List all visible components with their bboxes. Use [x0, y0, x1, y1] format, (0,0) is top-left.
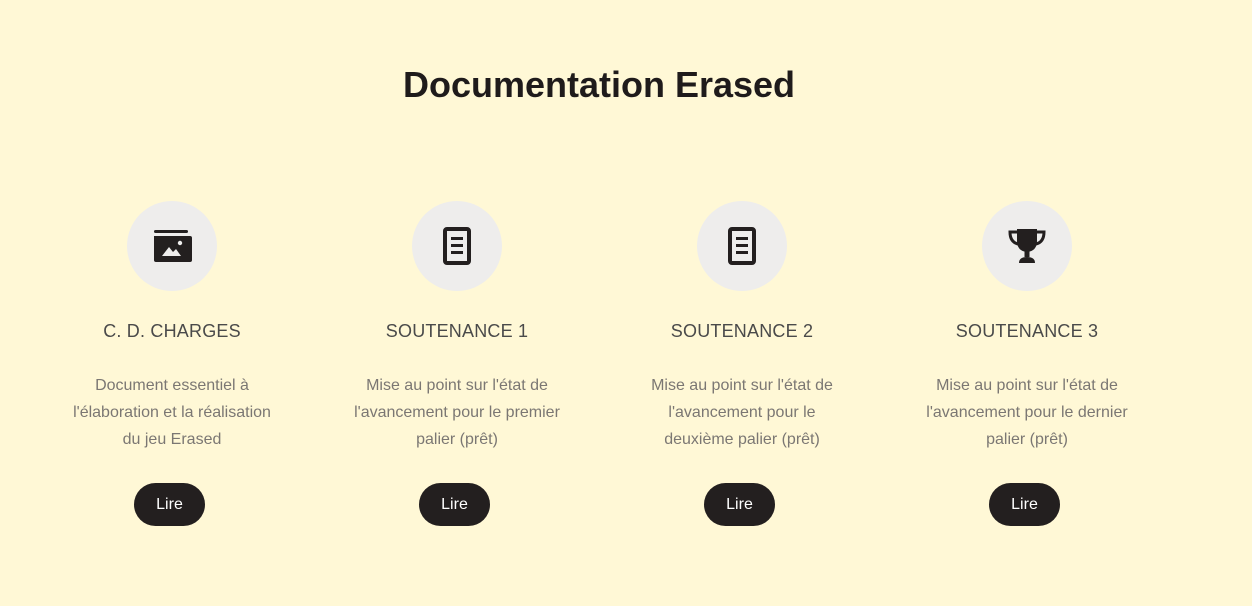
card-description: Document essentiel à l'élaboration et la…: [73, 377, 271, 448]
card-description: Mise au point sur l'état de l'avancement…: [651, 377, 833, 448]
card-description: Mise au point sur l'état de l'avancement…: [354, 377, 560, 448]
read-button[interactable]: Lire: [989, 483, 1060, 526]
document-icon: [443, 227, 471, 265]
document-icon: [728, 227, 756, 265]
read-button[interactable]: Lire: [419, 483, 490, 526]
card-title: SOUTENANCE 2: [670, 321, 814, 341]
doc-card-cdc: C. D. CHARGES Document essentiel à l'éla…: [57, 201, 287, 526]
card-title: C. D. CHARGES: [103, 321, 241, 341]
icon-circle: [982, 201, 1072, 291]
icon-circle: [412, 201, 502, 291]
doc-card-soutenance-3: SOUTENANCE 3 Mise au point sur l'état de…: [912, 201, 1142, 526]
card-title: SOUTENANCE 3: [955, 321, 1099, 341]
icon-circle: [697, 201, 787, 291]
doc-card-soutenance-2: SOUTENANCE 2 Mise au point sur l'état de…: [627, 201, 857, 526]
read-button[interactable]: Lire: [134, 483, 205, 526]
icon-circle: [127, 201, 217, 291]
page-title: Documentation Erased: [402, 64, 796, 105]
photo-folder-icon: [154, 230, 192, 262]
card-title: SOUTENANCE 1: [385, 321, 529, 341]
read-button[interactable]: Lire: [704, 483, 775, 526]
card-description: Mise au point sur l'état de l'avancement…: [926, 377, 1128, 448]
trophy-icon: [1008, 229, 1046, 263]
doc-card-soutenance-1: SOUTENANCE 1 Mise au point sur l'état de…: [342, 201, 572, 526]
